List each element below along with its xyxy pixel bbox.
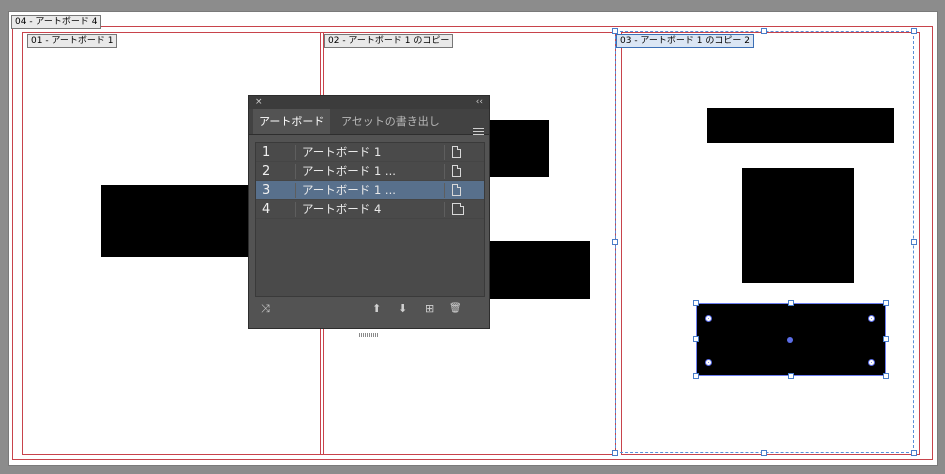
row-name[interactable]: アートボード 1 (302, 143, 381, 162)
artboard-03-square[interactable] (742, 168, 854, 283)
object-handle-bc[interactable] (788, 373, 794, 379)
new-artboard-icon[interactable]: ⊞ (425, 303, 434, 315)
list-item-selected[interactable]: 3 アートボード 1 ... (256, 181, 484, 200)
resize-grip-icon[interactable] (359, 322, 379, 337)
tab-artboards[interactable]: アートボード (253, 109, 331, 134)
move-down-icon[interactable]: ⬇ (398, 303, 407, 315)
artboard-handle-br[interactable] (911, 450, 917, 456)
artboard-handle-ml[interactable] (612, 239, 618, 245)
corner-widget-br[interactable] (868, 359, 875, 366)
panel-toolbar: ⤨ ⬆ ⬇ ⊞ 🗑 (249, 297, 489, 321)
artboard-handle-bc[interactable] (761, 450, 767, 456)
object-handle-mr[interactable] (883, 336, 889, 342)
list-item[interactable]: 2 アートボード 1 ... (256, 162, 484, 181)
artboard-handle-mr[interactable] (911, 239, 917, 245)
corner-widget-bl[interactable] (705, 359, 712, 366)
artboard-01-rectangle[interactable] (101, 185, 253, 257)
close-icon[interactable]: × (255, 97, 263, 108)
corner-widget-tr[interactable] (868, 315, 875, 322)
corner-widget-tl[interactable] (705, 315, 712, 322)
collapse-icon[interactable]: ‹‹ (476, 97, 483, 108)
row-name[interactable]: アートボード 1 ... (302, 162, 396, 181)
row-name[interactable]: アートボード 1 ... (302, 181, 396, 200)
artboard-handle-tr[interactable] (911, 28, 917, 34)
artboard-options-icon[interactable] (452, 165, 461, 177)
artboard-03-label[interactable]: 03 - アートボード 1 のコピー 2 (616, 34, 754, 48)
row-number: 3 (262, 183, 271, 198)
artboard-03-rectangle-top[interactable] (707, 108, 894, 143)
artboard-02-label[interactable]: 02 - アートボード 1 のコピー (324, 34, 454, 48)
artboard-04-label[interactable]: 04 - アートボード 4 (11, 15, 102, 29)
rearrange-icon[interactable]: ⤨ (261, 303, 270, 315)
artboard-handle-tc[interactable] (761, 28, 767, 34)
panel-menu-icon[interactable] (473, 126, 484, 137)
list-item[interactable]: 1 アートボード 1 (256, 143, 484, 162)
object-handle-bl[interactable] (693, 373, 699, 379)
artboard-02-rectangle-bottom[interactable] (486, 241, 590, 299)
artboard-options-icon[interactable] (452, 146, 461, 158)
object-handle-tr[interactable] (883, 300, 889, 306)
panel-tab-bar: アートボード アセットの書き出し (249, 109, 489, 135)
artboard-options-icon[interactable] (452, 203, 464, 215)
object-handle-br[interactable] (883, 373, 889, 379)
panel-title-bar[interactable]: × ‹‹ (249, 96, 489, 109)
artboards-panel[interactable]: × ‹‹ アートボード アセットの書き出し 1 アートボード 1 2 アートボー… (248, 95, 490, 337)
move-up-icon[interactable]: ⬆ (372, 303, 381, 315)
artboard-options-icon[interactable] (452, 184, 461, 196)
artboard-list: 1 アートボード 1 2 アートボード 1 ... 3 アートボード 1 ...… (255, 142, 485, 297)
row-name[interactable]: アートボード 4 (302, 200, 381, 219)
artboard-02-rectangle-top[interactable] (486, 120, 549, 177)
row-number: 1 (262, 145, 271, 160)
delete-icon[interactable]: 🗑 (449, 303, 462, 315)
row-number: 4 (262, 202, 271, 217)
object-center-point (787, 337, 793, 343)
row-number: 2 (262, 164, 271, 179)
artboard-handle-bl[interactable] (612, 450, 618, 456)
object-handle-tl[interactable] (693, 300, 699, 306)
list-item[interactable]: 4 アートボード 4 (256, 200, 484, 219)
artboard-01-label[interactable]: 01 - アートボード 1 (27, 34, 118, 48)
object-handle-ml[interactable] (693, 336, 699, 342)
tab-export-assets[interactable]: アセットの書き出し (335, 109, 446, 134)
object-handle-tc[interactable] (788, 300, 794, 306)
